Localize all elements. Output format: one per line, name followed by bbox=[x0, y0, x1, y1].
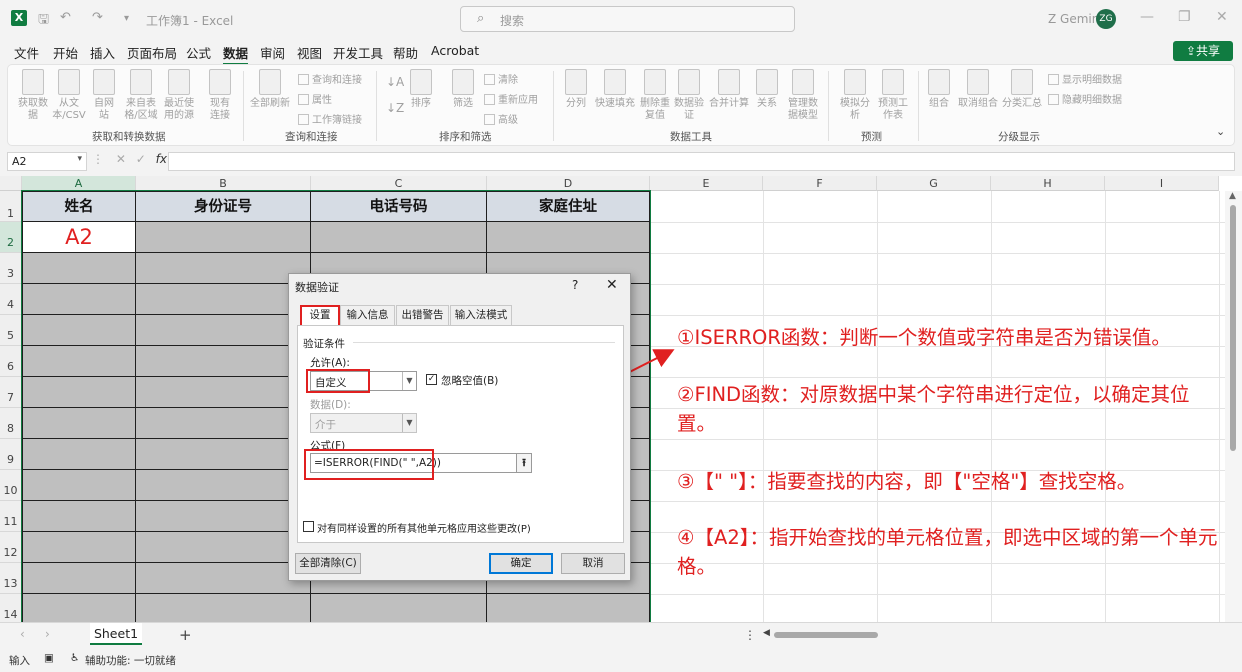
ok-button[interactable]: 确定 bbox=[489, 553, 553, 574]
cancel-button[interactable]: 取消 bbox=[561, 553, 625, 574]
data-value: 介于 bbox=[315, 419, 336, 431]
ignore-blank-checkbox[interactable]: ✓ bbox=[426, 374, 437, 385]
sheet-tab-bar: ‹ › Sheet1 + ⋮ ◀ bbox=[0, 622, 1242, 648]
next-sheet-icon[interactable]: › bbox=[45, 627, 50, 641]
accessibility-icon[interactable]: ♿ bbox=[70, 652, 79, 664]
tab-ime-mode[interactable]: 输入法模式 bbox=[450, 305, 512, 325]
settings-panel: 验证条件 允许(A): 自定义 ▼ ✓ 忽略空值(B) 数据(D): 介于 ▼ … bbox=[297, 325, 624, 543]
data-validation-dialog: 数据验证 ? ✕ 设置 输入信息 出错警告 输入法模式 验证条件 允许(A): … bbox=[288, 273, 631, 581]
highlight-box bbox=[304, 449, 434, 480]
chevron-down-icon: ▼ bbox=[402, 414, 416, 432]
range-select-icon[interactable]: ⭱ bbox=[516, 453, 532, 473]
highlight-box bbox=[306, 369, 370, 393]
section-title: 验证条件 bbox=[303, 338, 345, 350]
clear-all-button[interactable]: 全部清除(C) bbox=[295, 553, 361, 574]
close-icon[interactable]: ✕ bbox=[606, 277, 618, 293]
mode-indicator: 输入 bbox=[9, 655, 30, 667]
allow-label: 允许(A): bbox=[310, 357, 350, 369]
tab-input-message[interactable]: 输入信息 bbox=[340, 305, 395, 325]
help-icon[interactable]: ? bbox=[572, 278, 578, 292]
apply-all-checkbox[interactable] bbox=[303, 521, 314, 532]
section-divider bbox=[353, 342, 615, 343]
accessibility-status[interactable]: 辅助功能: 一切就绪 bbox=[85, 653, 176, 668]
apply-all-label: 对有同样设置的所有其他单元格应用这些更改(P) bbox=[317, 524, 531, 535]
data-label: 数据(D): bbox=[310, 399, 351, 411]
data-select: 介于 ▼ bbox=[310, 413, 417, 433]
scroll-left-icon[interactable]: ◀ bbox=[763, 628, 770, 638]
more-options-icon[interactable]: ⋮ bbox=[744, 628, 756, 642]
add-sheet-icon[interactable]: + bbox=[179, 626, 192, 644]
status-bar: 输入 ▣ ♿ 辅助功能: 一切就绪 bbox=[0, 648, 1242, 672]
chevron-down-icon: ▼ bbox=[402, 372, 416, 390]
tab-error-alert[interactable]: 出错警告 bbox=[396, 305, 449, 325]
dialog-title: 数据验证 bbox=[295, 281, 339, 294]
ignore-blank-label: 忽略空值(B) bbox=[441, 375, 499, 387]
macro-record-icon[interactable]: ▣ bbox=[44, 652, 54, 664]
highlight-box bbox=[300, 305, 340, 327]
horizontal-scrollbar-thumb[interactable] bbox=[774, 632, 878, 638]
sheet-tab-sheet1[interactable]: Sheet1 bbox=[90, 623, 142, 645]
prev-sheet-icon[interactable]: ‹ bbox=[20, 627, 25, 641]
